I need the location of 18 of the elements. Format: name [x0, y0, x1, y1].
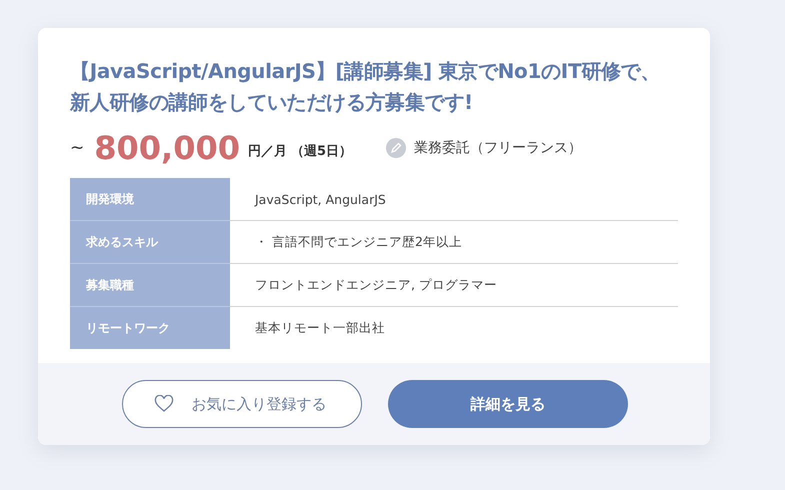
table-cell: ・ 言語不問でエンジニア歴2年以上 — [230, 220, 678, 264]
favorite-button[interactable]: お気に入り登録する — [122, 380, 362, 428]
table-cell: JavaScript, AngularJS — [230, 178, 678, 220]
table-header-cell: 開発環境 — [70, 178, 230, 220]
salary-note: （週5日） — [291, 143, 352, 160]
job-title: 【JavaScript/AngularJS】[講師募集] 東京でNo1のIT研修で、新人研修の講師をしていただける方募集です! — [70, 58, 662, 116]
table-header-cell: リモートワーク — [70, 306, 230, 349]
salary-unit: 円／月 — [248, 143, 287, 160]
table-header-cell: 募集職種 — [70, 264, 230, 306]
salary-prefix: ~ — [70, 138, 84, 158]
pencil-icon — [386, 138, 406, 158]
salary-amount: 800,000 — [94, 129, 240, 167]
table-header-cell: 求めるスキル — [70, 220, 230, 264]
details-button[interactable]: 詳細を見る — [388, 380, 628, 428]
table-cell: 基本リモート一部出社 — [230, 306, 678, 349]
table-cell: フロントエンドエンジニア, プログラマー — [230, 264, 678, 306]
heart-icon — [154, 395, 174, 413]
contract-type: 業務委託（フリーランス） — [414, 139, 582, 157]
